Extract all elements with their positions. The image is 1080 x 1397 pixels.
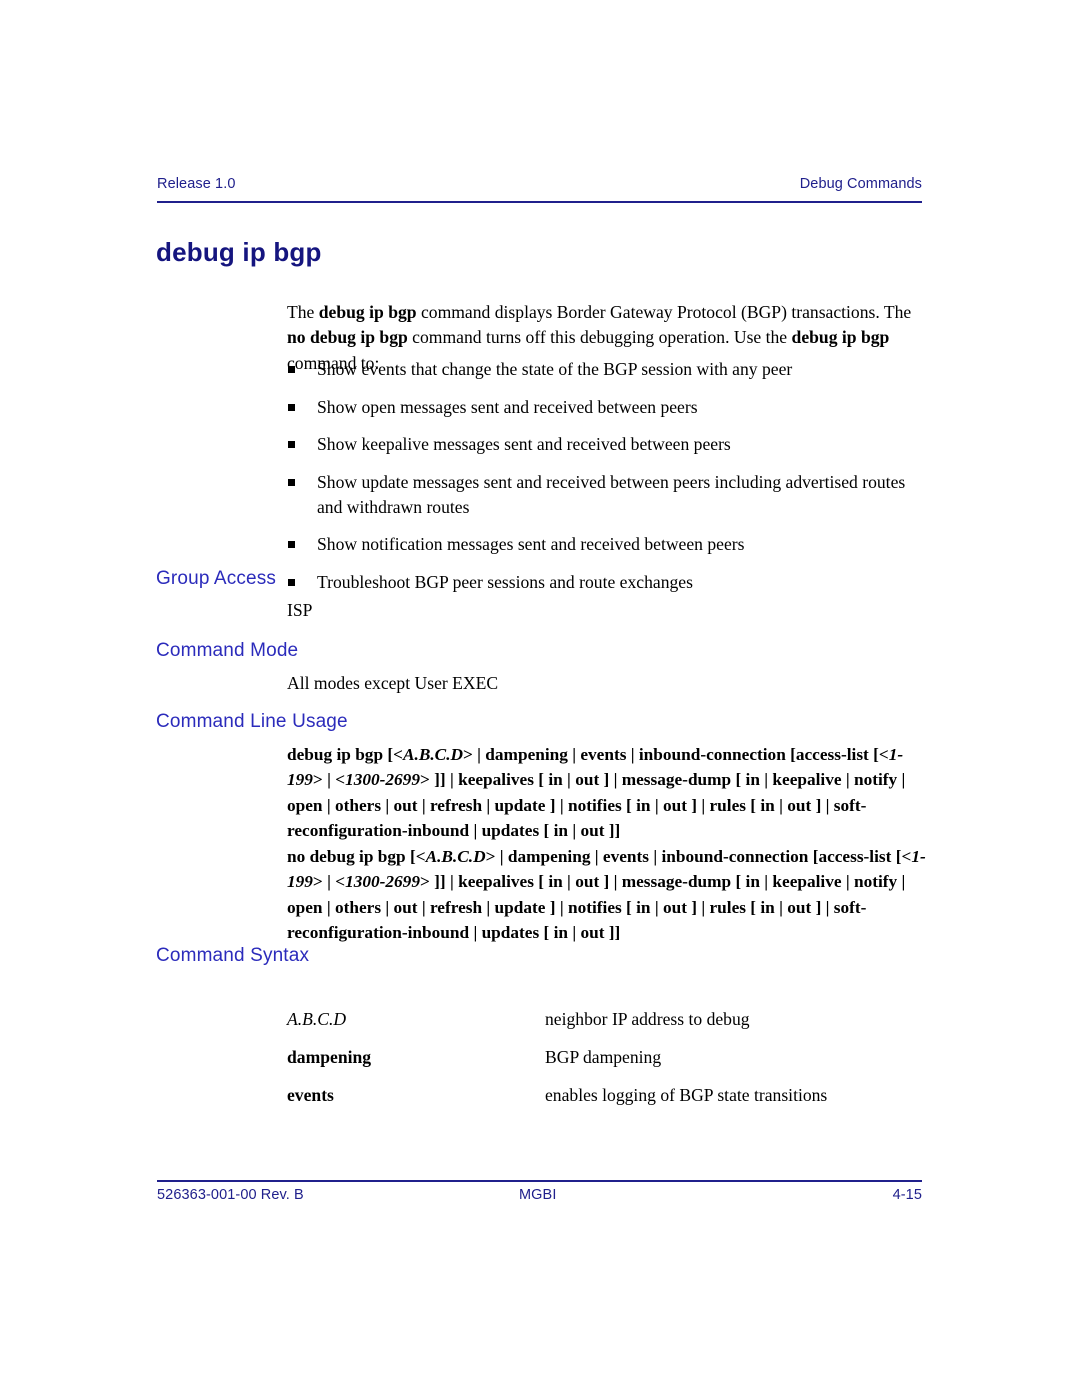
command-syntax-table: A.B.C.D neighbor IP address to debug dam… xyxy=(287,1007,924,1121)
list-item-label: Show open messages sent and received bet… xyxy=(317,396,698,417)
list-item-label: Show notification messages sent and rece… xyxy=(317,534,745,554)
footer-page-number: 4-15 xyxy=(892,1187,922,1203)
syntax-debug-var-acl-expanded: 1300-2699 xyxy=(345,770,420,790)
syntax-description: neighbor IP address to debug xyxy=(545,1009,750,1029)
footer-document-number: 526363-001-00 Rev. B xyxy=(157,1187,304,1203)
syntax-debug-seg-2: > | dampening | events | inbound-connect… xyxy=(463,745,889,764)
header-divider xyxy=(157,201,922,203)
square-bullet-icon xyxy=(288,403,295,411)
syntax-debug-seg-3: > | < xyxy=(312,770,346,790)
feature-bullet-list: Show events that change the state of the… xyxy=(287,357,924,607)
footer-product-name: MGBI xyxy=(519,1187,557,1203)
footer-divider xyxy=(157,1180,922,1182)
page-footer: 526363-001-00 Rev. B MGBI 4-15 xyxy=(157,1187,922,1207)
document-page: Release 1.0 Debug Commands debug ip bgp … xyxy=(0,0,1080,1397)
syntax-nodebug-seg-2: > | dampening | events | inbound-connect… xyxy=(485,847,912,867)
list-item-label: Troubleshoot BGP peer sessions and route… xyxy=(317,571,693,592)
syntax-description: BGP dampening xyxy=(545,1047,662,1067)
syntax-nodebug-seg-3: > | < xyxy=(312,872,346,892)
syntax-nodebug-seg-1: no debug ip bgp [< xyxy=(287,847,426,867)
intro-bold-1: debug ip bgp xyxy=(318,301,417,322)
list-item: Show notification messages sent and rece… xyxy=(287,532,924,557)
table-row: events enables logging of BGP state tran… xyxy=(287,1083,924,1107)
running-head-left: Release 1.0 xyxy=(157,176,236,192)
list-item: Troubleshoot BGP peer sessions and route… xyxy=(287,570,924,595)
square-bullet-icon xyxy=(288,366,295,373)
syntax-description: enables logging of BGP state transitions xyxy=(545,1085,828,1105)
table-row: dampening BGP dampening xyxy=(287,1045,924,1069)
section-body-command-mode: All modes except User EXEC xyxy=(287,673,499,693)
running-head-right: Debug Commands xyxy=(799,176,922,192)
intro-text-2: command displays Border Gateway Protocol… xyxy=(416,301,912,322)
section-body-group-access: ISP xyxy=(287,600,313,620)
list-item-label: Show events that change the state of the… xyxy=(317,359,793,379)
section-heading-command-mode: Command Mode xyxy=(156,640,299,661)
square-bullet-icon xyxy=(288,578,295,586)
list-item: Show update messages sent and received b… xyxy=(287,470,924,520)
section-heading-command-syntax: Command Syntax xyxy=(156,945,310,966)
page-title: debug ip bgp xyxy=(156,237,322,267)
syntax-debug-line: debug ip bgp [<A.B.C.D> | dampening | ev… xyxy=(287,742,927,843)
syntax-nodebug-var-address: A.B.C.D xyxy=(425,847,486,867)
syntax-nodebug-var-acl-expanded: 1300-2699 xyxy=(345,872,420,892)
square-bullet-icon xyxy=(288,541,295,548)
list-item: Show keepalive messages sent and receive… xyxy=(287,432,924,457)
section-heading-command-line-usage: Command Line Usage xyxy=(156,711,348,732)
list-item-label: Show keepalive messages sent and receive… xyxy=(317,434,731,454)
intro-bold-3: debug ip bgp xyxy=(791,327,890,348)
list-item: Show events that change the state of the… xyxy=(287,357,924,382)
syntax-nodebug-line: no debug ip bgp [<A.B.C.D> | dampening |… xyxy=(287,844,927,945)
running-head: Release 1.0 Debug Commands xyxy=(157,176,922,192)
intro-text-1: The xyxy=(287,301,319,322)
intro-text-3: command turns off this debugging operati… xyxy=(407,327,792,348)
list-item: Show open messages sent and received bet… xyxy=(287,395,924,420)
syntax-term: events xyxy=(287,1085,334,1105)
syntax-debug-seg-1: debug ip bgp [< xyxy=(287,745,403,764)
command-line-usage-block: debug ip bgp [<A.B.C.D> | dampening | ev… xyxy=(287,742,927,946)
syntax-term: A.B.C.D xyxy=(287,1009,347,1029)
list-item-label: Show update messages sent and received b… xyxy=(317,471,906,517)
table-row: A.B.C.D neighbor IP address to debug xyxy=(287,1007,924,1031)
syntax-term: dampening xyxy=(287,1047,372,1067)
syntax-debug-var-address: A.B.C.D xyxy=(402,745,464,764)
intro-bold-2: no debug ip bgp xyxy=(287,327,408,348)
square-bullet-icon xyxy=(288,441,295,448)
square-bullet-icon xyxy=(288,478,295,486)
section-heading-group-access: Group Access xyxy=(156,568,277,589)
